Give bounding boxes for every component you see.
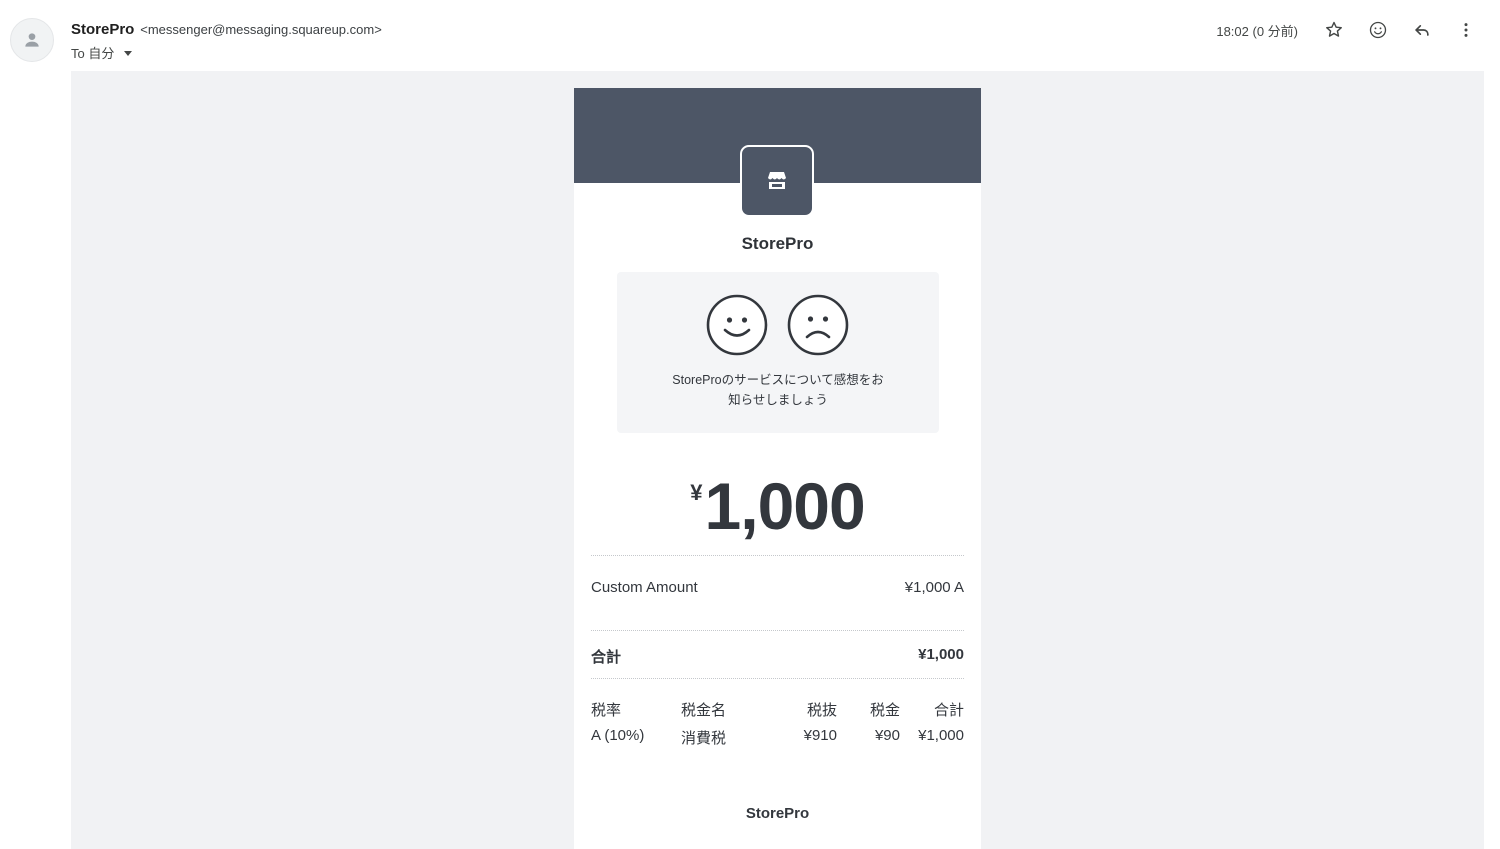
amount-value: 1,000	[704, 469, 866, 543]
tax-excluded: ¥910	[803, 727, 837, 744]
star-button[interactable]	[1312, 17, 1356, 43]
dropdown-caret-icon	[124, 50, 133, 56]
table-row: A (10%) 消費税 ¥910 ¥90 ¥1,000	[591, 727, 964, 755]
sender-email: <messenger@messaging.squareup.com>	[140, 22, 382, 37]
recipient-label: To 自分	[71, 46, 115, 61]
feedback-prompt-line1: StoreProのサービスについて感想をお	[672, 373, 884, 387]
total-row: 合計 ¥1,000	[591, 646, 964, 667]
more-options-button[interactable]	[1444, 17, 1488, 43]
total-value: ¥1,000	[918, 646, 964, 663]
happy-face-icon	[706, 294, 768, 356]
negative-feedback-button[interactable]	[787, 294, 849, 356]
positive-feedback-button[interactable]	[706, 294, 768, 356]
reply-icon	[1415, 25, 1429, 36]
tax-header-name: 税金名	[681, 702, 727, 719]
item-price: ¥1,000 A	[904, 579, 964, 596]
feedback-prompt-line2: 知らせしましょう	[728, 393, 828, 407]
store-name: StorePro	[741, 234, 814, 253]
more-vert-icon	[1464, 23, 1468, 37]
message-toolbar: 18:02 (0 分前)	[1216, 17, 1488, 43]
email-body: StorePro StoreProのサービスについて感想をお 知らせしましょう …	[71, 71, 1484, 849]
tax-table: 税率 税金名 税抜 税金 合計 A (10%) 消費税 ¥910 ¥90 ¥1,…	[591, 699, 964, 755]
emoji-icon	[1369, 21, 1387, 39]
divider	[591, 555, 964, 556]
tax-header-tax: 税金	[869, 702, 900, 719]
recipient-details-toggle[interactable]: To 自分	[71, 43, 133, 62]
tax-amount: ¥90	[874, 727, 900, 744]
footer-store-name: StorePro	[745, 805, 810, 822]
feedback-box: StoreProのサービスについて感想をお 知らせしましょう	[617, 272, 939, 433]
tax-header-excluded: 税抜	[806, 702, 837, 719]
sad-face-icon	[787, 294, 849, 356]
sender-line: StorePro <messenger@messaging.squareup.c…	[71, 21, 382, 38]
total-label: 合計	[591, 649, 622, 666]
store-logo	[740, 145, 814, 217]
sender-avatar[interactable]	[10, 18, 54, 62]
reply-button[interactable]	[1400, 17, 1444, 43]
total-amount: ¥1,000	[574, 468, 981, 544]
person-icon	[25, 33, 39, 47]
add-reaction-button[interactable]	[1356, 17, 1400, 43]
tax-name: 消費税	[681, 730, 727, 747]
tax-total: ¥1,000	[918, 727, 964, 744]
store-icon	[768, 172, 786, 189]
star-icon	[1326, 21, 1342, 37]
divider	[591, 630, 964, 631]
tax-rate: A (10%)	[591, 727, 645, 744]
message-time: 18:02 (0 分前)	[1216, 23, 1298, 39]
tax-table-header: 税率 税金名 税抜 税金 合計	[591, 699, 964, 727]
receipt-card: StorePro StoreProのサービスについて感想をお 知らせしましょう …	[574, 88, 981, 849]
currency-symbol: ¥	[690, 480, 703, 505]
feedback-prompt: StoreProのサービスについて感想をお 知らせしましょう	[647, 370, 909, 410]
line-item: Custom Amount ¥1,000 A	[591, 579, 964, 596]
item-name: Custom Amount	[591, 579, 698, 596]
sender-name[interactable]: StorePro	[71, 21, 134, 38]
tax-header-rate: 税率	[591, 702, 622, 719]
tax-header-total: 合計	[933, 702, 964, 719]
divider	[591, 678, 964, 679]
